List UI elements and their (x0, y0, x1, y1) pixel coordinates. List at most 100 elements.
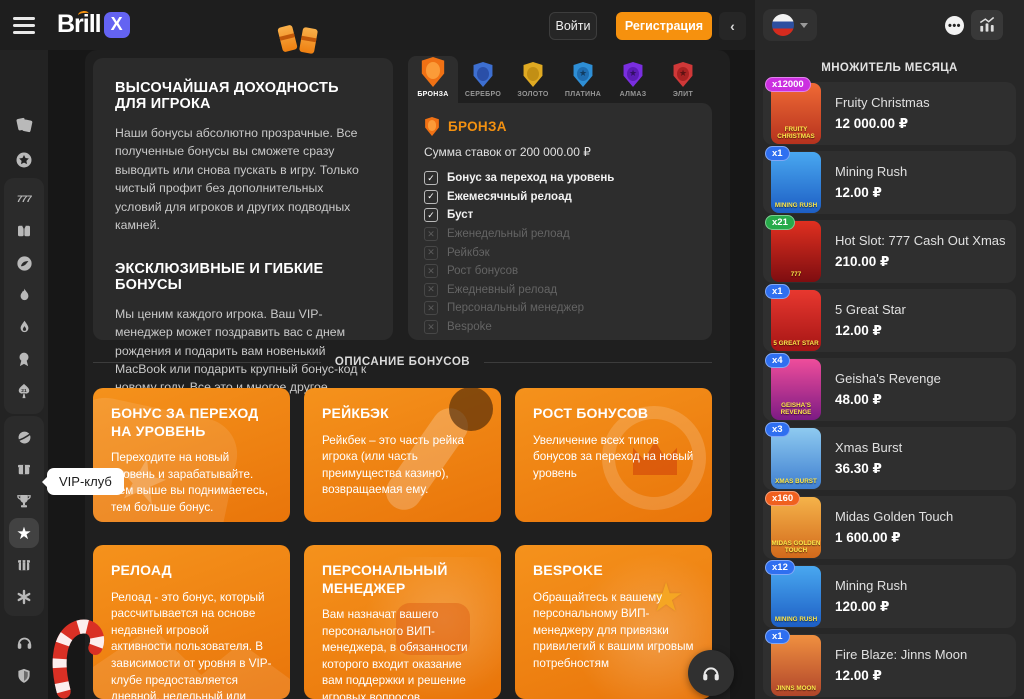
multiplier-badge: x1 (765, 284, 790, 299)
collapse-button[interactable]: ‹ (719, 12, 746, 40)
tab-bronze[interactable]: БРОНЗА (408, 56, 458, 103)
checkbox-cross-icon: ✕ (424, 301, 438, 315)
language-selector[interactable] (763, 9, 817, 41)
game-amount: 12 000.00 ₽ (835, 116, 930, 132)
feature-row: ✕Рост бонусов (424, 262, 696, 281)
bonus-medal-icon[interactable] (10, 345, 38, 373)
multiplier-badge: x1 (765, 629, 790, 644)
silver-shield-icon (472, 62, 494, 87)
stats-button[interactable] (971, 10, 1003, 40)
game-name: Fire Blaze: Jinns Moon (835, 647, 967, 662)
game-row[interactable]: GEISHA'S REVENGE x4 Geisha's Revenge48.0… (763, 358, 1016, 421)
stats-icon (977, 15, 997, 35)
game-thumbnail: FRUITY CHRISTMAS (771, 83, 821, 144)
menu-icon[interactable] (13, 14, 35, 36)
bronze-shield-icon (424, 117, 440, 136)
chevron-down-icon (800, 23, 808, 28)
tier-panel-bronze: БРОНЗА Сумма ставок от 200 000.00 ₽ ✓Бон… (408, 103, 712, 340)
racing-icon[interactable] (10, 249, 38, 277)
game-name: Hot Slot: 777 Cash Out Xmas (835, 233, 1006, 248)
brillx-vip-page: Brill X Войти Регистрация ‹ ••• 777 21 ★ (0, 0, 1024, 699)
sports-icon[interactable] (10, 423, 38, 451)
game-row[interactable]: JINNS MOON x1 Fire Blaze: Jinns Moon12.0… (763, 634, 1016, 697)
platinum-shield-icon: ★ (572, 62, 594, 87)
game-thumbnail: GEISHA'S REVENGE (771, 359, 821, 420)
feature-row: ✕Персональный менеджер (424, 299, 696, 318)
tab-diamond[interactable]: ★ АЛМАЗ (608, 56, 658, 103)
crash-icon[interactable] (10, 313, 38, 341)
game-thumbnail: MIDAS GOLDEN TOUCH (771, 497, 821, 558)
game-name: Xmas Burst (835, 440, 902, 455)
header: Brill X Войти Регистрация ‹ (0, 0, 755, 50)
tab-platinum[interactable]: ★ ПЛАТИНА (558, 56, 608, 103)
checkbox-cross-icon: ✕ (424, 320, 438, 334)
hot-icon[interactable] (10, 281, 38, 309)
gift-icon[interactable] (10, 455, 38, 483)
checkbox-cross-icon: ✕ (424, 283, 438, 297)
game-row[interactable]: 5 GREAT STAR x1 5 Great Star12.00 ₽ (763, 289, 1016, 352)
feature-row: ✕Еженедельный релоад (424, 225, 696, 244)
feature-row: ✓Бонус за переход на уровень (424, 169, 696, 188)
game-name: 5 Great Star (835, 302, 906, 317)
register-button[interactable]: Регистрация (616, 12, 712, 40)
game-amount: 12.00 ₽ (835, 668, 967, 684)
info-title-1: ВЫСОЧАЙШАЯ ДОХОДНОСТЬ ДЛЯ ИГРОКА (115, 80, 371, 112)
game-amount: 1 600.00 ₽ (835, 530, 953, 546)
slots-777-icon[interactable]: 777 (10, 185, 38, 213)
bonus-wheel-icon[interactable] (10, 583, 38, 611)
wheel-icon[interactable] (10, 146, 38, 174)
chat-icon[interactable]: ••• (945, 16, 964, 35)
diamond-shield-icon: ★ (622, 62, 644, 87)
multiplier-badge: x3 (765, 422, 790, 437)
game-thumbnail: MINING RUSH (771, 152, 821, 213)
bronze-shield-icon (420, 57, 446, 87)
promo-gift-icon[interactable] (10, 551, 38, 579)
support-icon[interactable] (10, 628, 38, 656)
tab-elite[interactable]: ★ ЭЛИТ (658, 56, 708, 103)
bonus-card-personal-manager: ПЕРСОНАЛЬНЫЙ МЕНЕДЖЕРВам назначат вашего… (304, 545, 501, 699)
support-button[interactable] (688, 650, 734, 696)
gold-shield-icon (522, 62, 544, 87)
tab-silver[interactable]: СЕРЕБРО (458, 56, 508, 103)
vip-star-icon[interactable]: ★ (9, 518, 39, 548)
game-row[interactable]: MIDAS GOLDEN TOUCH x160 Midas Golden Tou… (763, 496, 1016, 559)
header-right: ••• (755, 0, 1024, 50)
tournaments-icon[interactable] (10, 487, 38, 515)
game-thumbnail: 5 GREAT STAR (771, 290, 821, 351)
blackjack-icon[interactable]: 21 (10, 377, 38, 405)
multiplier-of-month-title: МНОЖИТЕЛЬ МЕСЯЦА (755, 62, 1024, 74)
tier-title: БРОНЗА (448, 119, 507, 134)
left-sidebar: 777 21 ★ (0, 50, 48, 699)
checkbox-checked-icon: ✓ (424, 171, 438, 185)
game-row[interactable]: MINING RUSH x1 Mining Rush12.00 ₽ (763, 151, 1016, 214)
bonus-description-divider: ОПИСАНИЕ БОНУСОВ (93, 356, 712, 368)
tab-gold[interactable]: ЗОЛОТО (508, 56, 558, 103)
tier-tabs: БРОНЗА СЕРЕБРО ЗОЛОТО ★ ПЛАТИНА ★ АЛМАЗ … (408, 56, 708, 103)
bonus-card-growth: РОСТ БОНУСОВУвеличение всех типов бонусо… (515, 388, 712, 522)
game-row[interactable]: XMAS BURST x3 Xmas Burst36.30 ₽ (763, 427, 1016, 490)
checkbox-checked-icon: ✓ (424, 190, 438, 204)
game-row[interactable]: MINING RUSH x12 Mining Rush120.00 ₽ (763, 565, 1016, 628)
game-amount: 12.00 ₽ (835, 185, 907, 201)
game-thumbnail: 777 (771, 221, 821, 282)
feature-row: ✕Рейкбэк (424, 243, 696, 262)
login-button[interactable]: Войти (549, 12, 597, 40)
new-games-icon[interactable] (10, 217, 38, 245)
feature-row: ✕Bespoke (424, 318, 696, 337)
game-row[interactable]: FRUITY CHRISTMAS x12000 Fruity Christmas… (763, 82, 1016, 145)
game-name: Midas Golden Touch (835, 509, 953, 524)
headphones-icon (700, 662, 722, 684)
feature-row: ✓Буст (424, 206, 696, 225)
tier-requirement: Сумма ставок от 200 000.00 ₽ (424, 145, 696, 159)
bonus-card-bespoke: BESPOKEОбращайтесь к вашему персональном… (515, 545, 712, 699)
logo[interactable]: Brill X (57, 10, 130, 39)
right-sidebar: МНОЖИТЕЛЬ МЕСЯЦА FRUITY CHRISTMAS x12000… (755, 50, 1024, 699)
game-amount: 36.30 ₽ (835, 461, 902, 477)
shield-icon[interactable] (10, 662, 38, 690)
candy-cane-decoration (35, 603, 117, 699)
game-row[interactable]: 777 x21 Hot Slot: 777 Cash Out Xmas210.0… (763, 220, 1016, 283)
cards-icon[interactable] (10, 111, 38, 139)
terms-icon[interactable] (10, 694, 38, 699)
game-name: Geisha's Revenge (835, 371, 941, 386)
info-card: ВЫСОЧАЙШАЯ ДОХОДНОСТЬ ДЛЯ ИГРОКА Наши бо… (93, 58, 393, 340)
